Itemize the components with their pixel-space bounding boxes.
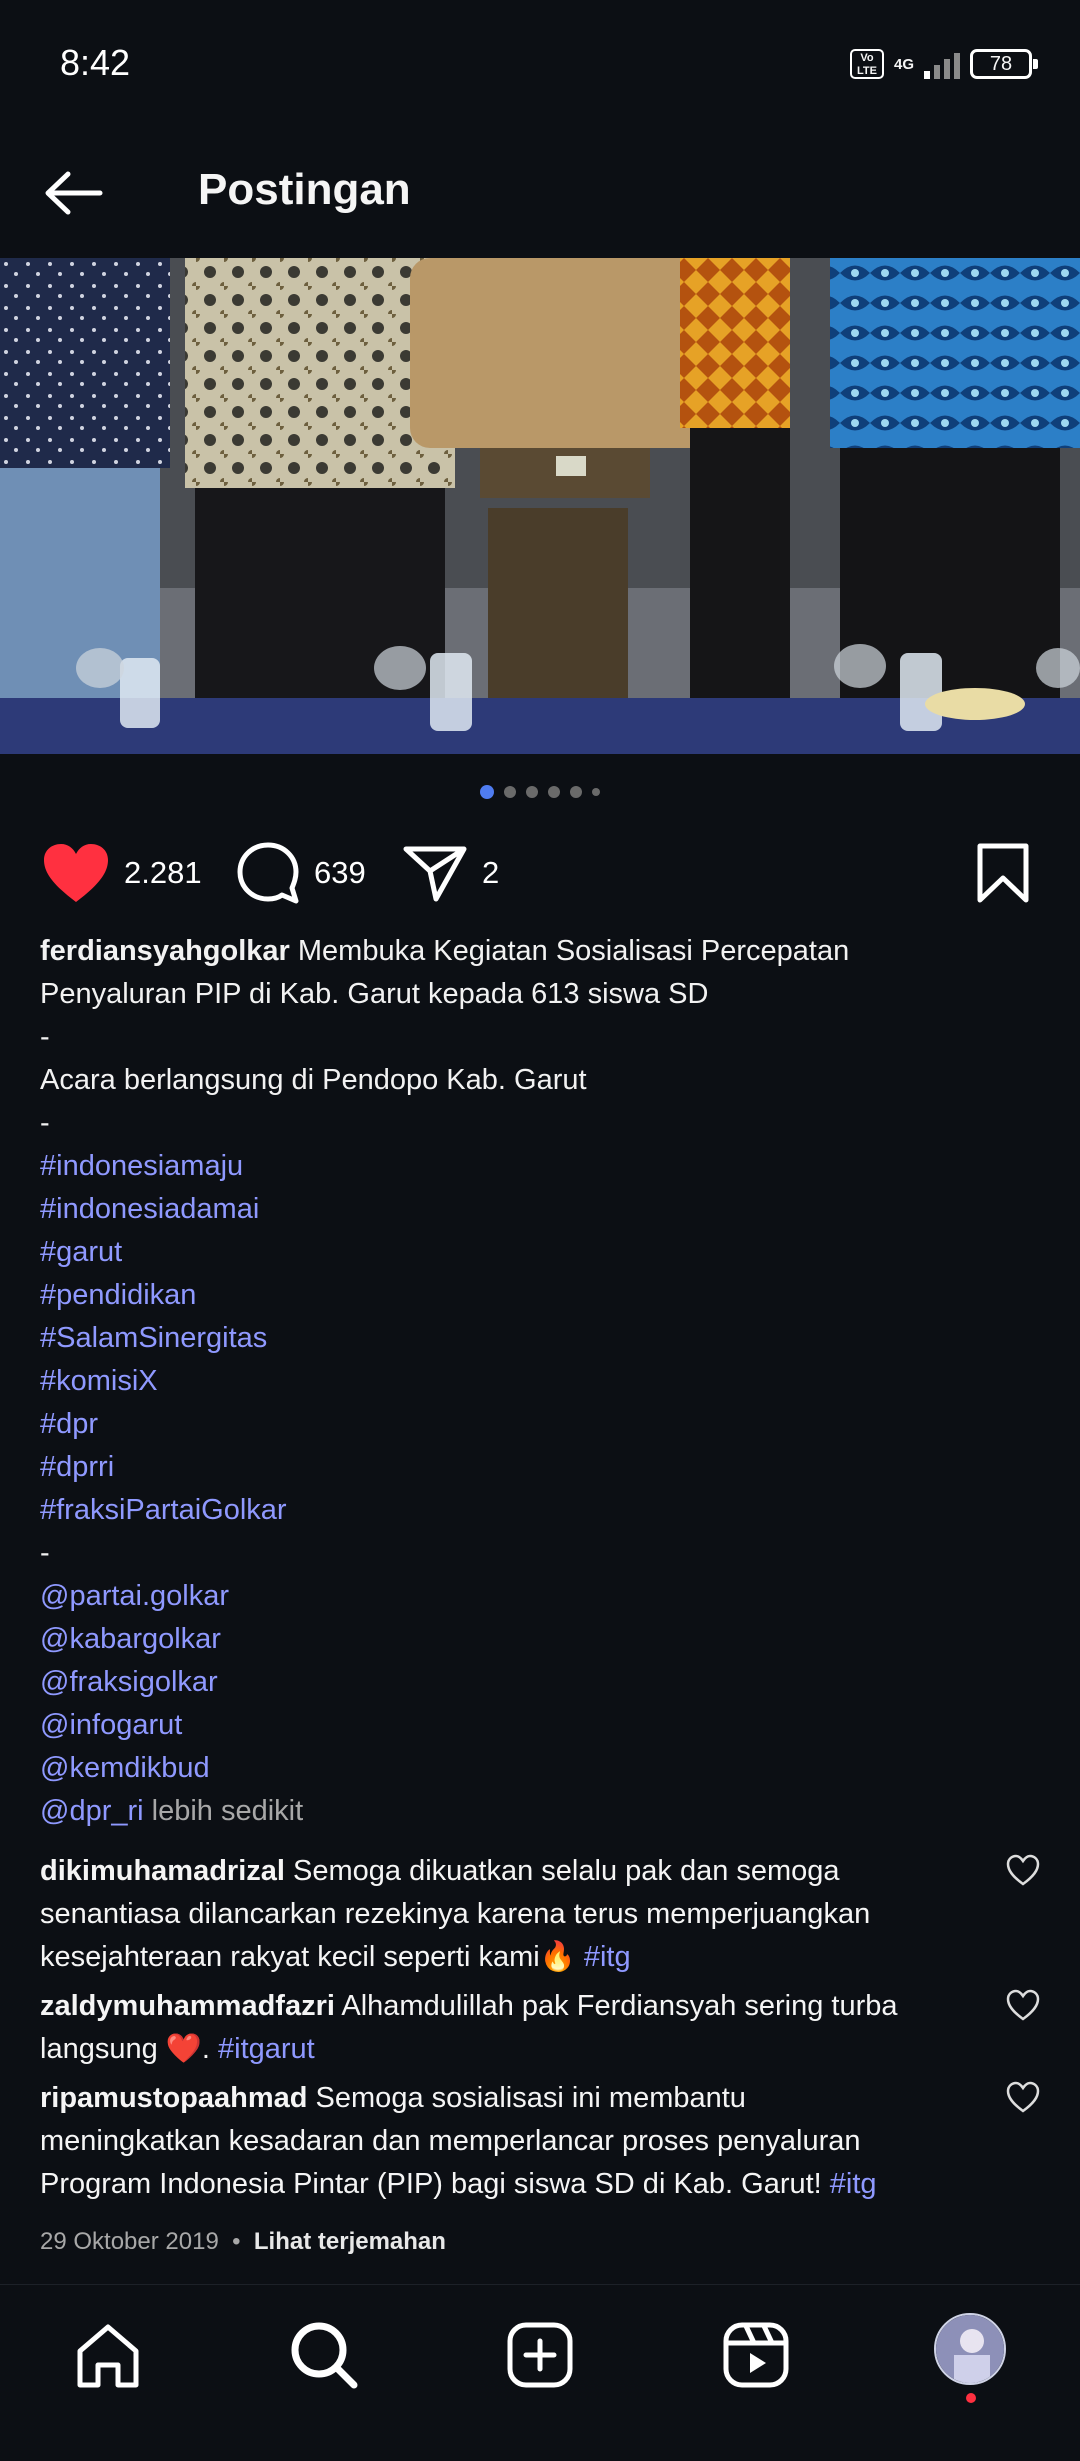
comment-text: meningkatkan kesadaran dan memperlancar …: [40, 2125, 861, 2157]
hashtag-link[interactable]: #dpr: [40, 1403, 1040, 1446]
carousel-dot: [570, 786, 582, 798]
caption-separator: -: [40, 1107, 50, 1139]
fire-emoji: 🔥: [539, 1941, 576, 1973]
like-count[interactable]: 2.281: [124, 855, 202, 891]
carousel-dot: [526, 786, 538, 798]
show-less-link[interactable]: lebih sedikit: [144, 1795, 304, 1827]
page-title: Postingan: [198, 165, 411, 214]
comment-like-icon[interactable]: [1006, 1854, 1040, 1888]
carousel-dot: [548, 786, 560, 798]
comment-like-icon[interactable]: [1006, 1989, 1040, 2023]
comment-list: dikimuhamadrizal Semoga dikuatkan selalu…: [40, 1850, 1040, 2206]
hashtag-link[interactable]: #fraksiPartaiGolkar: [40, 1489, 1040, 1532]
top-bar: Postingan: [0, 130, 1080, 255]
caption-separator: -: [40, 1537, 50, 1569]
caption-text: Acara berlangsung di Pendopo Kab. Garut: [40, 1064, 587, 1096]
comment-text: Semoga sosialisasi ini membantu: [307, 2082, 746, 2114]
mention-link[interactable]: @partai.golkar: [40, 1575, 1040, 1618]
bottom-navigation: [0, 2284, 1080, 2461]
back-arrow-icon: [45, 171, 103, 215]
mention-link[interactable]: @kemdikbud: [40, 1747, 1040, 1790]
mention-link[interactable]: @fraksigolkar: [40, 1661, 1040, 1704]
see-translation-link[interactable]: Lihat terjemahan: [254, 2228, 446, 2255]
notification-dot: [966, 2393, 976, 2403]
hashtag-link[interactable]: #pendidikan: [40, 1274, 1040, 1317]
bookmark-icon: [977, 843, 1029, 902]
comment-item: dikimuhamadrizal Semoga dikuatkan selalu…: [40, 1850, 1040, 1979]
share-button[interactable]: 2: [402, 830, 499, 915]
heart-emoji: ❤️: [165, 2033, 202, 2065]
network-type: 4G: [893, 55, 914, 73]
status-bar: 8:42 Vo LTE 4G 78: [0, 0, 1080, 130]
heart-icon: [44, 843, 108, 902]
comment-text: senantiasa dilancarkan rezekinya karena …: [40, 1898, 871, 1930]
carousel-indicator: [0, 785, 1080, 799]
action-bar: 2.281 639 2: [0, 830, 1080, 915]
caption-text: Membuka Kegiatan Sosialisasi Percepatan: [289, 935, 850, 967]
nav-reels[interactable]: [716, 2315, 796, 2395]
nav-profile-avatar[interactable]: [934, 2313, 1006, 2385]
post-photo: [0, 258, 1080, 754]
comment-text: kesejahteraan rakyat kecil seperti kami: [40, 1941, 540, 1973]
comment-text: langsung: [40, 2033, 166, 2065]
home-icon: [77, 2324, 139, 2388]
caption-username[interactable]: ferdiansyahgolkar: [40, 935, 290, 967]
mention-link[interactable]: @infogarut: [40, 1704, 1040, 1747]
signal-icon: [924, 49, 960, 79]
share-count[interactable]: 2: [482, 855, 499, 891]
comment-icon: [237, 842, 299, 903]
hashtag-link[interactable]: #itgarut: [218, 2033, 315, 2065]
mention-link[interactable]: @kabargolkar: [40, 1618, 1040, 1661]
comment-item: zaldymuhammadfazri Alhamdulillah pak Fer…: [40, 1985, 1040, 2071]
search-icon: [291, 2322, 358, 2389]
comment-username[interactable]: zaldymuhammadfazri: [40, 1990, 335, 2022]
caption-text: Penyaluran PIP di Kab. Garut kepada 613 …: [40, 978, 709, 1010]
avatar-image: [936, 2315, 1004, 2383]
comment-username[interactable]: dikimuhamadrizal: [40, 1855, 285, 1887]
nav-search[interactable]: [284, 2315, 364, 2395]
status-time: 8:42: [60, 42, 131, 83]
comment-like-icon[interactable]: [1006, 2081, 1040, 2115]
post-image[interactable]: [0, 258, 1080, 754]
volte-icon: Vo LTE: [849, 49, 884, 79]
hashtag-link[interactable]: #dprri: [40, 1446, 1040, 1489]
meta-separator: •: [232, 2228, 241, 2255]
comment-button[interactable]: 639: [236, 830, 366, 915]
share-icon: [403, 846, 467, 901]
status-icons: Vo LTE 4G 78: [849, 44, 1038, 84]
mention-link[interactable]: @dpr_ri: [40, 1795, 144, 1827]
back-button[interactable]: [40, 158, 110, 228]
comment-text: Program Indonesia Pintar (PIP) bagi sisw…: [40, 2168, 830, 2200]
post-meta: 29 Oktober 2019 • Lihat terjemahan: [40, 2228, 446, 2256]
hashtag-link[interactable]: #komisiX: [40, 1360, 1040, 1403]
post-date: 29 Oktober 2019: [40, 2228, 219, 2255]
comment-username[interactable]: ripamustopaahmad: [40, 2082, 308, 2114]
carousel-dot-active: [480, 785, 494, 799]
hashtag-link[interactable]: #itg: [576, 1941, 631, 1973]
battery-indicator: 78: [970, 49, 1038, 79]
comment-text: Alhamdulillah pak Ferdiansyah sering tur…: [334, 1990, 898, 2022]
nav-create[interactable]: [500, 2315, 580, 2395]
add-icon: [507, 2322, 573, 2388]
comment-text: Semoga dikuatkan selalu pak dan semoga: [284, 1855, 840, 1887]
comment-count[interactable]: 639: [314, 855, 366, 891]
post-caption: ferdiansyahgolkar Membuka Kegiatan Sosia…: [40, 930, 1040, 1833]
save-button[interactable]: [976, 830, 1030, 915]
caption-separator: -: [40, 1021, 50, 1053]
hashtag-link[interactable]: #SalamSinergitas: [40, 1317, 1040, 1360]
like-button[interactable]: 2.281: [42, 830, 202, 915]
hashtag-link[interactable]: #indonesiamaju: [40, 1145, 1040, 1188]
nav-home[interactable]: [68, 2315, 148, 2395]
carousel-dot: [504, 786, 516, 798]
reels-icon: [723, 2322, 789, 2388]
hashtag-link[interactable]: #indonesiadamai: [40, 1188, 1040, 1231]
hashtag-link[interactable]: #itg: [830, 2168, 877, 2200]
hashtag-link[interactable]: #garut: [40, 1231, 1040, 1274]
comment-item: ripamustopaahmad Semoga sosialisasi ini …: [40, 2077, 1040, 2206]
carousel-dot: [592, 788, 600, 796]
